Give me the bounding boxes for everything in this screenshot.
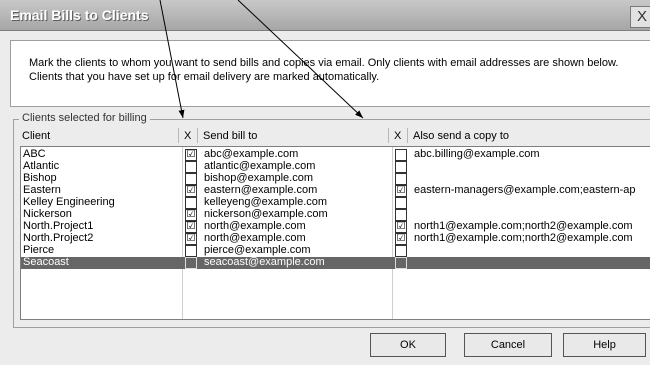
table-row[interactable]: Seacoast seacoast@example.com	[21, 256, 650, 269]
close-button[interactable]: X	[630, 6, 650, 28]
copy-checkbox[interactable]	[395, 257, 407, 269]
send-bill-checkbox[interactable]	[185, 257, 197, 269]
send-bill-checkbox[interactable]: ☑	[185, 149, 197, 161]
send-bill-checkbox[interactable]	[185, 245, 197, 257]
column-divider[interactable]	[178, 128, 179, 143]
cancel-button[interactable]: Cancel	[464, 333, 552, 357]
send-bill-email[interactable]: seacoast@example.com	[204, 256, 387, 269]
copy-checkbox[interactable]	[395, 197, 407, 209]
groupbox-label: Clients selected for billing	[19, 112, 150, 124]
ok-button[interactable]: OK	[370, 333, 446, 357]
send-bill-checkbox[interactable]	[185, 161, 197, 173]
copy-checkbox[interactable]	[395, 149, 407, 161]
column-divider[interactable]	[388, 128, 389, 143]
window-title: Email Bills to Clients	[10, 7, 149, 23]
column-divider[interactable]	[197, 128, 198, 143]
client-list[interactable]: ABC ☑ abc@example.com abc.billing@example.c…	[20, 146, 650, 320]
send-bill-checkbox[interactable]: ☑	[185, 233, 197, 245]
copy-checkbox[interactable]: ☑	[395, 221, 407, 233]
column-header-client[interactable]: Client	[22, 130, 50, 142]
send-bill-checkbox[interactable]	[185, 197, 197, 209]
title-bar[interactable]: Email Bills to Clients X	[0, 0, 650, 31]
copy-email[interactable]: abc.billing@example.com	[414, 148, 650, 161]
copy-checkbox[interactable]: ☑	[395, 185, 407, 197]
column-divider[interactable]	[407, 128, 408, 143]
send-bill-checkbox[interactable]: ☑	[185, 209, 197, 221]
column-header-copy-to[interactable]: Also send a copy to	[413, 130, 509, 142]
send-bill-checkbox[interactable]: ☑	[185, 185, 197, 197]
copy-checkbox[interactable]	[395, 245, 407, 257]
info-panel: Mark the clients to whom you want to sen…	[10, 40, 650, 107]
column-header-row: Client X Send bill to X Also send a copy…	[20, 127, 650, 145]
copy-email[interactable]: eastern-managers@example.com;eastern-ap	[414, 184, 650, 197]
column-header-send-check[interactable]: X	[184, 130, 191, 142]
column-header-copy-check[interactable]: X	[394, 130, 401, 142]
copy-checkbox[interactable]	[395, 209, 407, 221]
copy-checkbox[interactable]	[395, 173, 407, 185]
email-bills-dialog: Email Bills to Clients X Mark the client…	[0, 0, 650, 365]
copy-checkbox[interactable]: ☑	[395, 233, 407, 245]
instructions-text: Mark the clients to whom you want to sen…	[29, 57, 619, 83]
send-bill-checkbox[interactable]	[185, 173, 197, 185]
send-bill-checkbox[interactable]: ☑	[185, 221, 197, 233]
copy-checkbox[interactable]	[395, 161, 407, 173]
help-button[interactable]: Help	[563, 333, 646, 357]
column-header-send-bill-to[interactable]: Send bill to	[203, 130, 257, 142]
client-name: Seacoast	[23, 256, 69, 268]
copy-email[interactable]: north1@example.com;north2@example.com	[414, 232, 650, 245]
